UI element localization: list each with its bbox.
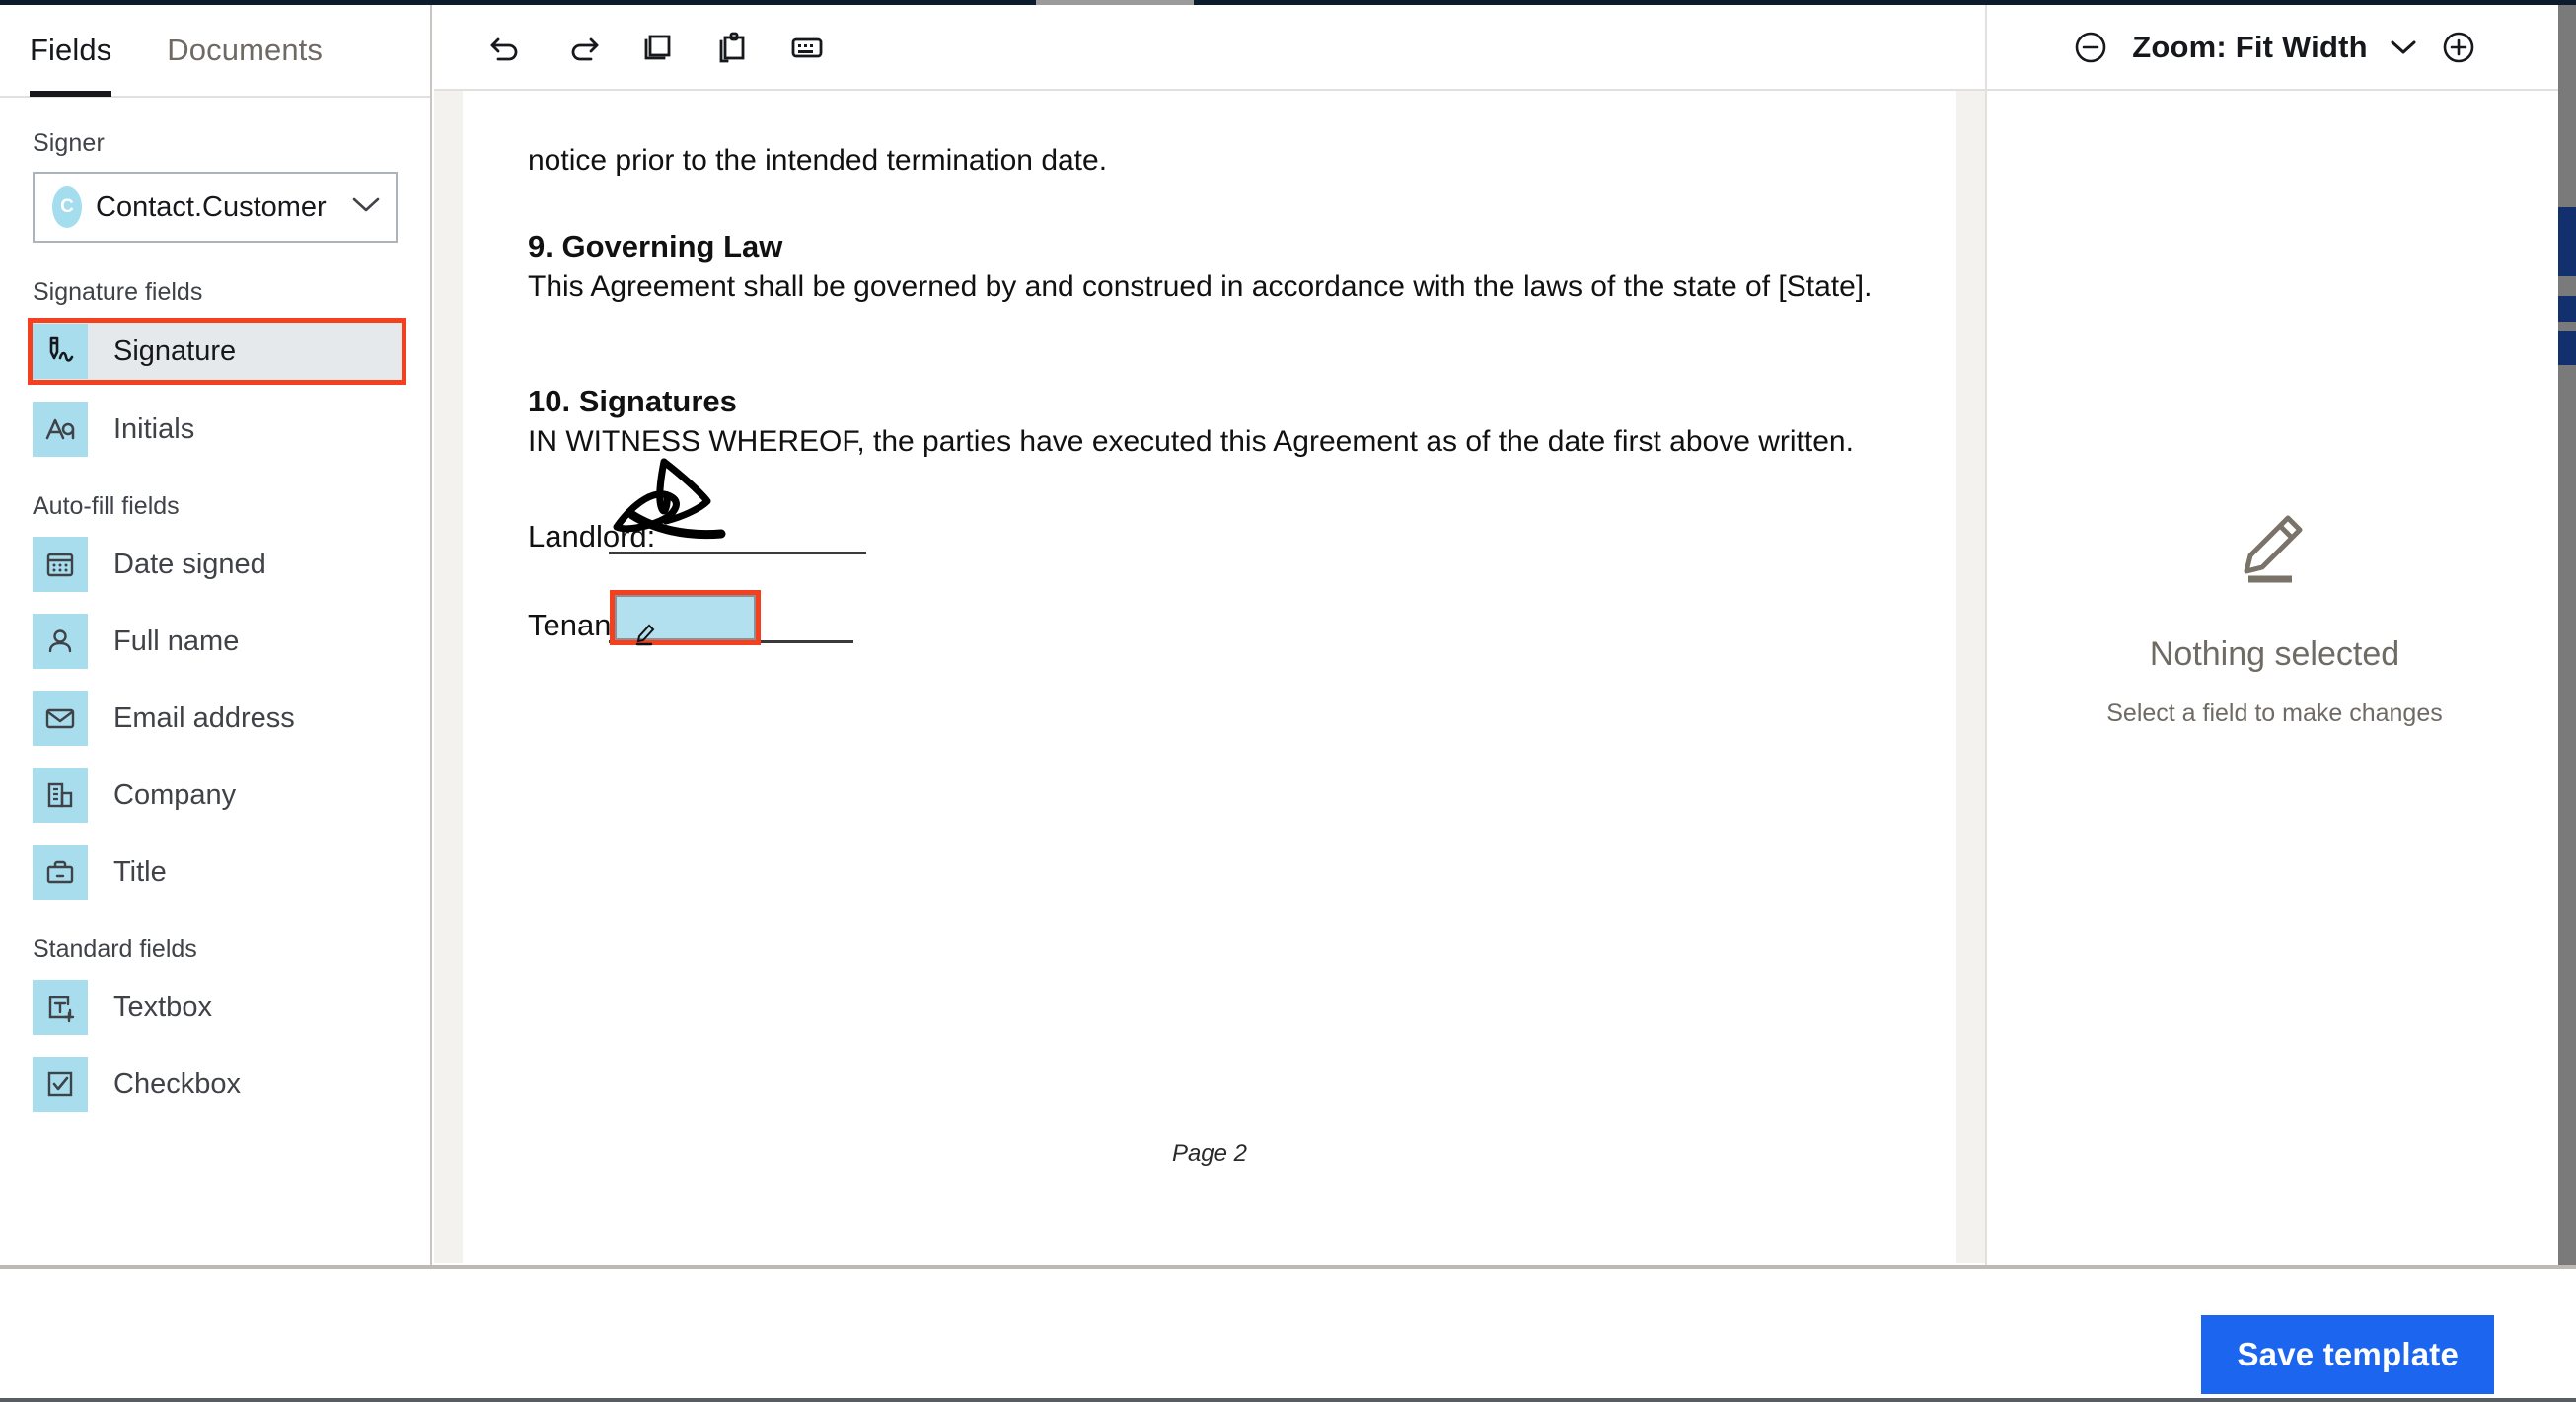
doc-body-governing-law: This Agreement shall be governed by and …	[528, 270, 1873, 303]
zoom-in-button[interactable]	[2439, 28, 2478, 67]
undo-icon[interactable]	[470, 10, 545, 85]
signature-icon	[33, 324, 88, 379]
document-page: notice prior to the intended termination…	[463, 91, 1956, 1263]
field-item-textbox-label: Textbox	[113, 991, 212, 1023]
field-item-company[interactable]: Company	[33, 768, 398, 823]
field-item-full-name-label: Full name	[113, 625, 240, 657]
field-item-title[interactable]: Title	[33, 845, 398, 900]
save-template-button[interactable]: Save template	[2201, 1315, 2494, 1394]
chevron-down-icon	[352, 196, 380, 219]
tab-documents[interactable]: Documents	[167, 5, 323, 97]
signer-dropdown[interactable]: C Contact.Customer	[33, 172, 398, 243]
page-footer: Page 2	[1171, 1141, 1248, 1167]
browser-scrollbar-thumb-c[interactable]	[2558, 331, 2576, 365]
keyboard-icon[interactable]	[770, 10, 845, 85]
group-title-standard-fields: Standard fields	[33, 935, 197, 963]
tab-fields-label: Fields	[30, 33, 112, 67]
tab-documents-label: Documents	[167, 33, 323, 67]
browser-scrollbar-thumb-a[interactable]	[2558, 207, 2576, 276]
app-root: Fields Documents Signer C Contact.Custom…	[0, 0, 2576, 1402]
field-item-company-label: Company	[113, 778, 237, 811]
page-scroll-area[interactable]: notice prior to the intended termination…	[434, 91, 1985, 1263]
zoom-toolbar: Zoom: Fit Width	[1987, 5, 2562, 91]
textbox-icon	[33, 980, 88, 1035]
window-bottom-edge	[0, 1398, 2576, 1402]
field-item-checkbox-label: Checkbox	[113, 1068, 241, 1100]
field-item-signature-label: Signature	[113, 334, 237, 367]
field-item-checkbox[interactable]: Checkbox	[33, 1057, 398, 1112]
empty-state-subtitle: Select a field to make changes	[2106, 700, 2443, 727]
paste-icon[interactable]	[695, 10, 770, 85]
browser-scrollbar-track[interactable]	[2558, 5, 2576, 1265]
doc-body-signatures: IN WITNESS WHEREOF, the parties have exe…	[528, 425, 1854, 458]
field-item-email-address[interactable]: Email address	[33, 691, 398, 746]
field-item-initials-label: Initials	[113, 412, 195, 445]
sidebar-tabs: Fields Documents	[0, 5, 430, 98]
initials-icon	[33, 402, 88, 457]
signer-value: Contact.Customer	[96, 190, 327, 223]
field-item-email-address-label: Email address	[113, 701, 295, 734]
tenant-signature-field-inner	[615, 595, 756, 646]
editor-toolbar	[434, 5, 1985, 91]
fields-sidebar: Fields Documents Signer C Contact.Custom…	[0, 5, 432, 1265]
document-viewer: notice prior to the intended termination…	[434, 5, 1985, 1265]
empty-state: Nothing selected Select a field to make …	[1987, 500, 2562, 728]
calendar-icon	[33, 537, 88, 592]
bottom-action-bar: Save template	[0, 1265, 2576, 1402]
person-icon	[33, 614, 88, 669]
empty-state-title: Nothing selected	[2149, 635, 2400, 673]
field-item-title-label: Title	[113, 855, 167, 888]
building-icon	[33, 768, 88, 823]
briefcase-icon	[33, 845, 88, 900]
zoom-level-label: Zoom: Fit Width	[2132, 29, 2368, 64]
properties-panel: Zoom: Fit Width Nothing selected Select …	[1985, 5, 2562, 1265]
redo-icon[interactable]	[545, 10, 620, 85]
field-item-full-name[interactable]: Full name	[33, 614, 398, 669]
checkbox-icon	[33, 1057, 88, 1112]
avatar: C	[52, 186, 82, 228]
field-item-initials[interactable]: Initials	[33, 402, 398, 457]
zoom-out-button[interactable]	[2071, 28, 2110, 67]
field-item-date-signed[interactable]: Date signed	[33, 537, 398, 592]
signer-label: Signer	[33, 129, 105, 157]
pencil-underline-icon	[2233, 500, 2318, 590]
landlord-signature-rule	[609, 552, 866, 554]
browser-scrollbar-thumb-b[interactable]	[2558, 296, 2576, 322]
landlord-signature-row: Landlord:	[528, 458, 1889, 574]
tenant-signature-row: Tenant:	[528, 574, 1889, 663]
field-item-textbox[interactable]: Textbox	[33, 980, 398, 1035]
copy-icon[interactable]	[620, 10, 695, 85]
sidebar-body: Signer C Contact.Customer Signature fiel…	[0, 129, 430, 1112]
group-title-autofill-fields: Auto-fill fields	[33, 492, 180, 520]
pencil-icon	[634, 621, 660, 651]
envelope-icon	[33, 691, 88, 746]
landlord-label: Landlord:	[528, 519, 656, 553]
tenant-signature-field[interactable]	[610, 590, 761, 646]
group-title-signature-fields: Signature fields	[33, 278, 203, 306]
field-item-signature[interactable]: Signature	[28, 318, 406, 385]
doc-top-partial-line: notice prior to the intended termination…	[528, 144, 1108, 177]
field-item-date-signed-label: Date signed	[113, 548, 266, 580]
tab-fields[interactable]: Fields	[30, 5, 112, 97]
zoom-chevron-down-icon[interactable]	[2390, 38, 2417, 56]
